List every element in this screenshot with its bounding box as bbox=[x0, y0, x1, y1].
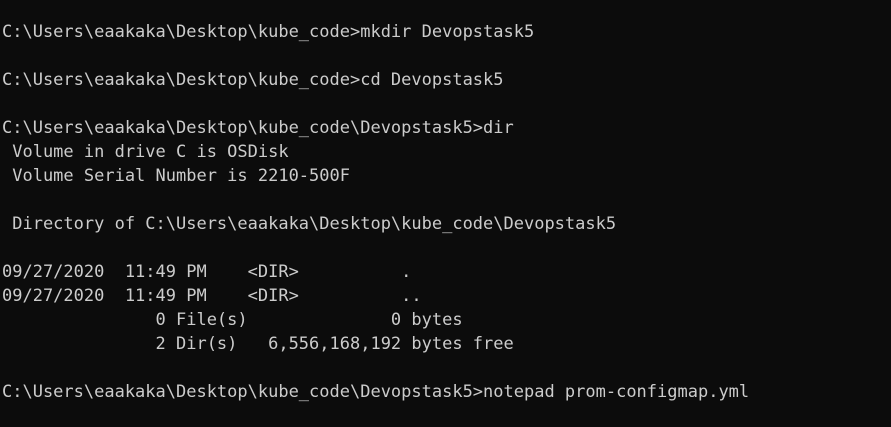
directory-of-line: Directory of C:\Users\eaakaka\Desktop\ku… bbox=[2, 214, 617, 234]
volume-serial-line: Volume Serial Number is 2210-500F bbox=[2, 166, 350, 186]
prompt-line-notepad[interactable]: C:\Users\eaakaka\Desktop\kube_code\Devop… bbox=[2, 380, 891, 404]
terminal-window[interactable]: C:\Users\eaakaka\Desktop\kube_code>mkdir… bbox=[0, 0, 891, 427]
prompt-line-dir: C:\Users\eaakaka\Desktop\kube_code\Devop… bbox=[2, 118, 514, 138]
prompt-line-mkdir: C:\Users\eaakaka\Desktop\kube_code>mkdir… bbox=[2, 22, 535, 42]
file-count-summary: 0 File(s) 0 bytes bbox=[2, 310, 463, 330]
dir-count-summary: 2 Dir(s) 6,556,168,192 bytes free bbox=[2, 334, 514, 354]
volume-label-line: Volume in drive C is OSDisk bbox=[2, 142, 289, 162]
dir-entry-parent: 09/27/2020 11:49 PM <DIR> .. bbox=[2, 286, 422, 306]
dir-entry-current: 09/27/2020 11:49 PM <DIR> . bbox=[2, 262, 412, 282]
prompt-line-cd: C:\Users\eaakaka\Desktop\kube_code>cd De… bbox=[2, 70, 504, 90]
